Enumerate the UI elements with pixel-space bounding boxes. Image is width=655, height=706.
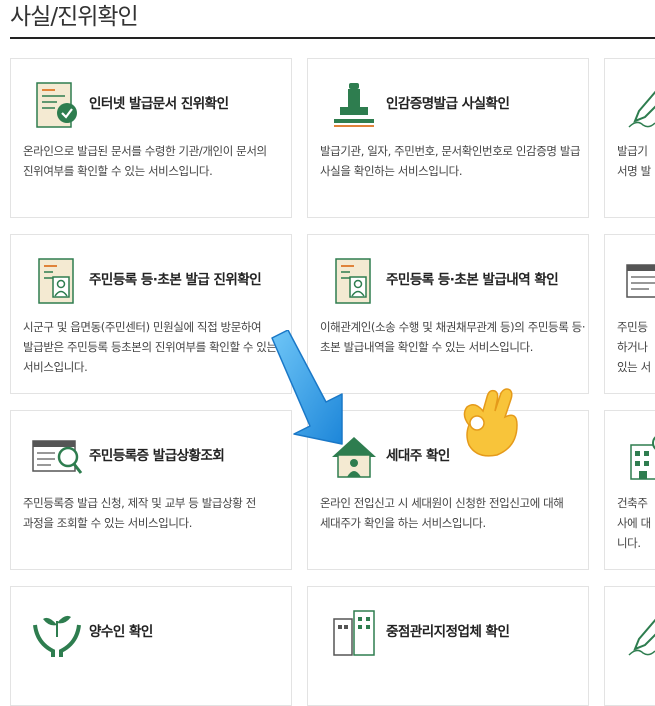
- card-partial-sign[interactable]: 발급기 서명 발: [604, 58, 655, 218]
- card-id-issue-status[interactable]: 주민등록증 발급상황조회 주민등록증 발급 신청, 제작 및 교부 등 발급상황…: [10, 410, 292, 570]
- card-title: 주민등록 등·초본 발급 진위확인: [89, 272, 262, 288]
- card-title: 인감증명발급 사실확인: [386, 96, 510, 112]
- card-partial-building[interactable]: 건축주 사에 대 니다.: [604, 410, 655, 570]
- card-description: 건축주 사에 대 니다.: [617, 496, 651, 550]
- card-description: 발급기관, 일자, 주민번호, 문서확인번호로 인감증명 발급 사실을 확인하는…: [320, 144, 581, 178]
- card-internet-doc-verify[interactable]: 인터넷 발급문서 진위확인 온라인으로 발급된 문서를 수령한 기관/개인이 문…: [10, 58, 292, 218]
- pen-sign-icon: [628, 618, 655, 656]
- card-description: 주민등 하거나 있는 서: [617, 320, 651, 374]
- document-check-icon: [36, 82, 77, 128]
- card-householder-confirm[interactable]: 세대주 확인 온라인 전입신고 시 세대원이 신청한 전입신고에 대해 세대주가…: [307, 410, 589, 570]
- card-title: 주민등록증 발급상황조회: [89, 448, 225, 464]
- resident-doc-icon: [335, 258, 371, 304]
- card-key-managed-company[interactable]: 중점관리지정업체 확인: [307, 586, 589, 706]
- id-card-search-icon: [32, 440, 83, 474]
- page-title: 사실/진위확인: [10, 4, 139, 30]
- id-card-icon: [626, 264, 655, 298]
- house-person-icon: [332, 437, 376, 478]
- hands-sprout-icon: [33, 615, 81, 657]
- building-icon: [333, 610, 375, 656]
- card-title: 중점관리지정업체 확인: [386, 624, 510, 640]
- card-description: 발급기 서명 발: [617, 144, 651, 178]
- card-partial-id[interactable]: 주민등 하거나 있는 서: [604, 234, 655, 394]
- card-partial-sign-2[interactable]: [604, 586, 655, 706]
- card-title: 인터넷 발급문서 진위확인: [89, 96, 229, 112]
- title-divider: [10, 37, 655, 39]
- resident-doc-icon: [38, 258, 74, 304]
- card-description: 주민등록증 발급 신청, 제작 및 교부 등 발급상황 전 과정을 조회할 수 …: [23, 496, 256, 530]
- card-title: 주민등록 등·초본 발급내역 확인: [386, 272, 559, 288]
- pen-sign-icon: [628, 90, 655, 128]
- card-description: 온라인으로 발급된 문서를 수령한 기관/개인이 문서의 진위여부를 확인할 수…: [23, 144, 267, 178]
- card-description: 온라인 전입신고 시 세대원이 신청한 전입신고에 대해 세대주가 확인을 하는…: [320, 496, 564, 530]
- card-resident-doc-verify[interactable]: 주민등록 등·초본 발급 진위확인 시군구 및 읍면동(주민센터) 민원실에 직…: [10, 234, 292, 394]
- card-title: 양수인 확인: [89, 624, 153, 640]
- stamp-icon: [334, 83, 374, 127]
- card-description: 이해관계인(소송 수행 및 채권채무관계 등)의 주민등록 등·초본 발급내역을…: [320, 320, 586, 354]
- card-seal-cert-verify[interactable]: 인감증명발급 사실확인 발급기관, 일자, 주민번호, 문서확인번호로 인감증명…: [307, 58, 589, 218]
- building-check-icon: [630, 436, 655, 480]
- card-resident-doc-history[interactable]: 주민등록 등·초본 발급내역 확인 이해관계인(소송 수행 및 채권채무관계 등…: [307, 234, 589, 394]
- card-description: 시군구 및 읍면동(주민센터) 민원실에 직접 방문하여 발급받은 주민등록 등…: [23, 320, 277, 374]
- card-title: 세대주 확인: [386, 448, 450, 464]
- card-transferee-confirm[interactable]: 양수인 확인: [10, 586, 292, 706]
